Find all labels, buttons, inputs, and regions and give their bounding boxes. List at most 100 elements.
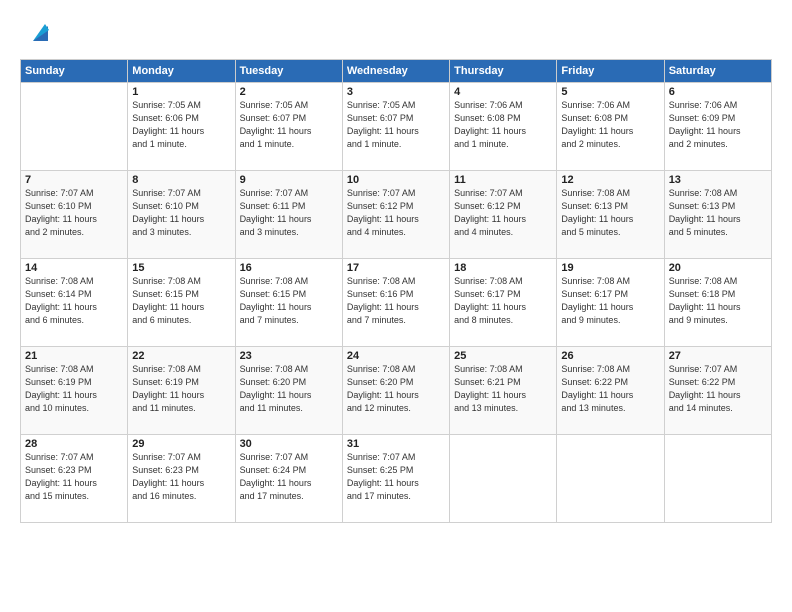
day-info: Sunrise: 7:07 AM Sunset: 6:23 PM Dayligh… bbox=[25, 451, 123, 503]
day-info: Sunrise: 7:06 AM Sunset: 6:09 PM Dayligh… bbox=[669, 99, 767, 151]
calendar-cell bbox=[557, 435, 664, 523]
calendar-cell bbox=[21, 83, 128, 171]
calendar-cell: 1Sunrise: 7:05 AM Sunset: 6:06 PM Daylig… bbox=[128, 83, 235, 171]
day-info: Sunrise: 7:06 AM Sunset: 6:08 PM Dayligh… bbox=[561, 99, 659, 151]
calendar-cell: 6Sunrise: 7:06 AM Sunset: 6:09 PM Daylig… bbox=[664, 83, 771, 171]
calendar-cell: 20Sunrise: 7:08 AM Sunset: 6:18 PM Dayli… bbox=[664, 259, 771, 347]
day-info: Sunrise: 7:07 AM Sunset: 6:23 PM Dayligh… bbox=[132, 451, 230, 503]
day-number: 12 bbox=[561, 174, 659, 186]
calendar-cell: 28Sunrise: 7:07 AM Sunset: 6:23 PM Dayli… bbox=[21, 435, 128, 523]
day-number: 22 bbox=[132, 350, 230, 362]
day-info: Sunrise: 7:08 AM Sunset: 6:14 PM Dayligh… bbox=[25, 275, 123, 327]
day-number: 8 bbox=[132, 174, 230, 186]
calendar-cell: 11Sunrise: 7:07 AM Sunset: 6:12 PM Dayli… bbox=[450, 171, 557, 259]
calendar-cell: 30Sunrise: 7:07 AM Sunset: 6:24 PM Dayli… bbox=[235, 435, 342, 523]
day-info: Sunrise: 7:07 AM Sunset: 6:22 PM Dayligh… bbox=[669, 363, 767, 415]
calendar-cell: 31Sunrise: 7:07 AM Sunset: 6:25 PM Dayli… bbox=[342, 435, 449, 523]
calendar-week-3: 14Sunrise: 7:08 AM Sunset: 6:14 PM Dayli… bbox=[21, 259, 772, 347]
calendar-cell: 2Sunrise: 7:05 AM Sunset: 6:07 PM Daylig… bbox=[235, 83, 342, 171]
day-info: Sunrise: 7:08 AM Sunset: 6:20 PM Dayligh… bbox=[347, 363, 445, 415]
day-number: 21 bbox=[25, 350, 123, 362]
calendar-cell: 26Sunrise: 7:08 AM Sunset: 6:22 PM Dayli… bbox=[557, 347, 664, 435]
day-number: 25 bbox=[454, 350, 552, 362]
calendar-cell: 22Sunrise: 7:08 AM Sunset: 6:19 PM Dayli… bbox=[128, 347, 235, 435]
calendar-cell: 29Sunrise: 7:07 AM Sunset: 6:23 PM Dayli… bbox=[128, 435, 235, 523]
calendar-header-sunday: Sunday bbox=[21, 60, 128, 83]
day-info: Sunrise: 7:08 AM Sunset: 6:15 PM Dayligh… bbox=[240, 275, 338, 327]
calendar-week-4: 21Sunrise: 7:08 AM Sunset: 6:19 PM Dayli… bbox=[21, 347, 772, 435]
day-number: 16 bbox=[240, 262, 338, 274]
calendar-cell: 18Sunrise: 7:08 AM Sunset: 6:17 PM Dayli… bbox=[450, 259, 557, 347]
day-number: 3 bbox=[347, 86, 445, 98]
day-number: 11 bbox=[454, 174, 552, 186]
day-info: Sunrise: 7:07 AM Sunset: 6:11 PM Dayligh… bbox=[240, 187, 338, 239]
day-info: Sunrise: 7:08 AM Sunset: 6:17 PM Dayligh… bbox=[454, 275, 552, 327]
day-number: 24 bbox=[347, 350, 445, 362]
day-number: 14 bbox=[25, 262, 123, 274]
calendar-cell: 19Sunrise: 7:08 AM Sunset: 6:17 PM Dayli… bbox=[557, 259, 664, 347]
day-number: 15 bbox=[132, 262, 230, 274]
day-info: Sunrise: 7:08 AM Sunset: 6:18 PM Dayligh… bbox=[669, 275, 767, 327]
calendar-cell: 17Sunrise: 7:08 AM Sunset: 6:16 PM Dayli… bbox=[342, 259, 449, 347]
day-number: 18 bbox=[454, 262, 552, 274]
calendar-header-row: SundayMondayTuesdayWednesdayThursdayFrid… bbox=[21, 60, 772, 83]
day-info: Sunrise: 7:08 AM Sunset: 6:19 PM Dayligh… bbox=[132, 363, 230, 415]
day-info: Sunrise: 7:08 AM Sunset: 6:13 PM Dayligh… bbox=[561, 187, 659, 239]
calendar: SundayMondayTuesdayWednesdayThursdayFrid… bbox=[20, 59, 772, 523]
day-number: 29 bbox=[132, 438, 230, 450]
calendar-cell bbox=[664, 435, 771, 523]
day-number: 9 bbox=[240, 174, 338, 186]
day-number: 2 bbox=[240, 86, 338, 98]
day-info: Sunrise: 7:08 AM Sunset: 6:19 PM Dayligh… bbox=[25, 363, 123, 415]
calendar-cell: 12Sunrise: 7:08 AM Sunset: 6:13 PM Dayli… bbox=[557, 171, 664, 259]
calendar-header-tuesday: Tuesday bbox=[235, 60, 342, 83]
day-info: Sunrise: 7:08 AM Sunset: 6:17 PM Dayligh… bbox=[561, 275, 659, 327]
calendar-header-friday: Friday bbox=[557, 60, 664, 83]
header bbox=[20, 16, 772, 51]
calendar-week-2: 7Sunrise: 7:07 AM Sunset: 6:10 PM Daylig… bbox=[21, 171, 772, 259]
calendar-cell: 27Sunrise: 7:07 AM Sunset: 6:22 PM Dayli… bbox=[664, 347, 771, 435]
day-info: Sunrise: 7:07 AM Sunset: 6:10 PM Dayligh… bbox=[132, 187, 230, 239]
day-number: 31 bbox=[347, 438, 445, 450]
calendar-cell: 9Sunrise: 7:07 AM Sunset: 6:11 PM Daylig… bbox=[235, 171, 342, 259]
day-info: Sunrise: 7:05 AM Sunset: 6:06 PM Dayligh… bbox=[132, 99, 230, 151]
day-number: 4 bbox=[454, 86, 552, 98]
logo-icon bbox=[23, 16, 53, 51]
day-info: Sunrise: 7:08 AM Sunset: 6:22 PM Dayligh… bbox=[561, 363, 659, 415]
day-number: 13 bbox=[669, 174, 767, 186]
calendar-header-thursday: Thursday bbox=[450, 60, 557, 83]
calendar-cell: 10Sunrise: 7:07 AM Sunset: 6:12 PM Dayli… bbox=[342, 171, 449, 259]
logo bbox=[20, 20, 53, 51]
day-info: Sunrise: 7:05 AM Sunset: 6:07 PM Dayligh… bbox=[240, 99, 338, 151]
day-info: Sunrise: 7:08 AM Sunset: 6:20 PM Dayligh… bbox=[240, 363, 338, 415]
day-number: 7 bbox=[25, 174, 123, 186]
page: SundayMondayTuesdayWednesdayThursdayFrid… bbox=[0, 0, 792, 612]
day-info: Sunrise: 7:08 AM Sunset: 6:15 PM Dayligh… bbox=[132, 275, 230, 327]
calendar-week-5: 28Sunrise: 7:07 AM Sunset: 6:23 PM Dayli… bbox=[21, 435, 772, 523]
calendar-header-monday: Monday bbox=[128, 60, 235, 83]
day-number: 19 bbox=[561, 262, 659, 274]
calendar-cell: 24Sunrise: 7:08 AM Sunset: 6:20 PM Dayli… bbox=[342, 347, 449, 435]
day-number: 28 bbox=[25, 438, 123, 450]
calendar-cell: 4Sunrise: 7:06 AM Sunset: 6:08 PM Daylig… bbox=[450, 83, 557, 171]
calendar-cell: 16Sunrise: 7:08 AM Sunset: 6:15 PM Dayli… bbox=[235, 259, 342, 347]
day-info: Sunrise: 7:07 AM Sunset: 6:12 PM Dayligh… bbox=[454, 187, 552, 239]
day-number: 1 bbox=[132, 86, 230, 98]
calendar-cell: 7Sunrise: 7:07 AM Sunset: 6:10 PM Daylig… bbox=[21, 171, 128, 259]
day-info: Sunrise: 7:06 AM Sunset: 6:08 PM Dayligh… bbox=[454, 99, 552, 151]
day-number: 6 bbox=[669, 86, 767, 98]
calendar-header-saturday: Saturday bbox=[664, 60, 771, 83]
day-info: Sunrise: 7:07 AM Sunset: 6:25 PM Dayligh… bbox=[347, 451, 445, 503]
day-number: 20 bbox=[669, 262, 767, 274]
day-number: 26 bbox=[561, 350, 659, 362]
day-info: Sunrise: 7:08 AM Sunset: 6:16 PM Dayligh… bbox=[347, 275, 445, 327]
calendar-cell: 15Sunrise: 7:08 AM Sunset: 6:15 PM Dayli… bbox=[128, 259, 235, 347]
day-number: 27 bbox=[669, 350, 767, 362]
calendar-cell: 23Sunrise: 7:08 AM Sunset: 6:20 PM Dayli… bbox=[235, 347, 342, 435]
calendar-cell: 13Sunrise: 7:08 AM Sunset: 6:13 PM Dayli… bbox=[664, 171, 771, 259]
day-info: Sunrise: 7:07 AM Sunset: 6:10 PM Dayligh… bbox=[25, 187, 123, 239]
calendar-cell: 5Sunrise: 7:06 AM Sunset: 6:08 PM Daylig… bbox=[557, 83, 664, 171]
day-number: 5 bbox=[561, 86, 659, 98]
day-info: Sunrise: 7:05 AM Sunset: 6:07 PM Dayligh… bbox=[347, 99, 445, 151]
calendar-cell bbox=[450, 435, 557, 523]
